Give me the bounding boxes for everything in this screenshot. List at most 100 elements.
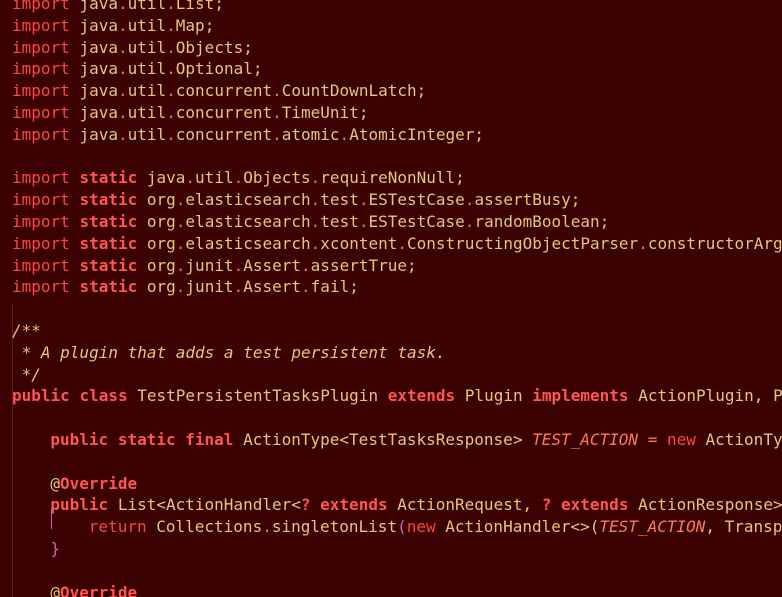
class-name: Objects — [175, 37, 244, 57]
code-dot: . — [397, 233, 407, 253]
keyword-public: public — [50, 495, 109, 515]
comma: , — [705, 517, 725, 537]
code-identifier: Assert — [243, 255, 302, 275]
keyword-import: import — [12, 37, 70, 57]
code-identifier: elasticsearch — [185, 233, 311, 253]
javadoc-line: * A plugin that adds a test persistent t… — [12, 342, 446, 364]
code-identifier: fail — [310, 277, 350, 297]
code-dot: . — [166, 59, 176, 79]
code-dot: . — [117, 0, 128, 13]
semicolon: ; — [599, 212, 610, 231]
keyword-static: static — [117, 430, 176, 449]
code-identifier: java — [79, 37, 118, 57]
class-name: CountDownLatch — [281, 81, 417, 101]
angle-open: < — [339, 430, 350, 449]
code-dot: . — [117, 103, 128, 122]
semicolon: ; — [407, 255, 417, 275]
annotation-at: @ — [50, 582, 61, 597]
code-identifier: java — [79, 0, 118, 13]
semicolon: ; — [358, 103, 369, 122]
keyword-import: import — [12, 168, 70, 188]
import-line: import java.util.concurrent.atomic.Atomi… — [12, 124, 484, 146]
angle-close: > — [512, 430, 523, 449]
code-dot: . — [233, 277, 244, 297]
keyword-import: import — [12, 81, 70, 101]
code-dot: . — [464, 190, 475, 210]
keyword-implements: implements — [532, 386, 629, 406]
code-identifier: util — [127, 15, 167, 35]
diamond-operator: <> — [570, 517, 590, 537]
annotation-line: @Override — [50, 582, 137, 597]
keyword-import: import — [12, 212, 70, 231]
code-identifier: ESTestCase — [368, 212, 465, 231]
code-dot: . — [310, 212, 321, 231]
type-name: ActionResponse — [638, 495, 773, 515]
return-statement-line: return Collections.singletonList(new Act… — [89, 516, 782, 538]
type-name: ActionTy — [705, 430, 782, 449]
annotation-line: @Override — [50, 473, 137, 495]
type-name: ActionRequest — [397, 495, 523, 515]
code-dot: . — [117, 124, 128, 144]
code-editor[interactable]: import java.util.List; import java.util.M… — [0, 0, 782, 597]
import-line: import java.util.Objects; — [12, 37, 253, 59]
keyword-import: import — [12, 233, 70, 253]
paren-open: ( — [589, 517, 600, 537]
code-dot: . — [272, 103, 282, 122]
keyword-public: public — [50, 430, 109, 449]
code-dot: . — [175, 212, 186, 231]
indent-guide — [51, 509, 52, 529]
class-name: Map — [175, 15, 205, 35]
import-line: import java.util.Map; — [12, 15, 214, 37]
type-name: TestTasksResponse — [349, 430, 513, 449]
type-name: ActionHandler — [166, 495, 292, 515]
annotation-name: Override — [60, 582, 138, 597]
superclass-name: Plugin — [464, 386, 523, 406]
javadoc-close: */ — [12, 364, 41, 384]
static-import-line: import static org.junit.Assert.assertTru… — [12, 255, 417, 277]
code-dot: . — [301, 277, 311, 297]
code-identifier: util — [127, 124, 167, 144]
code-dot: . — [464, 212, 475, 231]
code-identifier: util — [127, 103, 167, 122]
semicolon: ; — [243, 37, 253, 57]
keyword-final: final — [185, 430, 234, 449]
code-dot: . — [175, 233, 186, 253]
import-line: import java.util.concurrent.CountDownLat… — [12, 80, 426, 102]
wildcard: ? — [300, 495, 311, 515]
semicolon: ; — [214, 0, 224, 13]
semicolon: ; — [474, 124, 485, 144]
comma: , — [522, 495, 542, 515]
code-identifier: java — [79, 15, 118, 35]
keyword-return: return — [88, 517, 147, 537]
code-dot: . — [117, 59, 128, 79]
keyword-public: public — [12, 386, 70, 406]
class-name: TimeUnit — [281, 103, 359, 122]
code-identifier: java — [79, 81, 118, 101]
angle-open: < — [291, 495, 301, 515]
class-name: Optional — [175, 59, 253, 79]
code-identifier: junit — [185, 255, 234, 275]
code-dot: . — [166, 81, 176, 101]
code-dot: . — [310, 190, 321, 210]
code-dot: . — [166, 124, 176, 144]
code-identifier: Objects — [243, 168, 311, 188]
code-identifier: Assert — [243, 277, 302, 297]
code-identifier: randomBoolean — [474, 212, 600, 231]
